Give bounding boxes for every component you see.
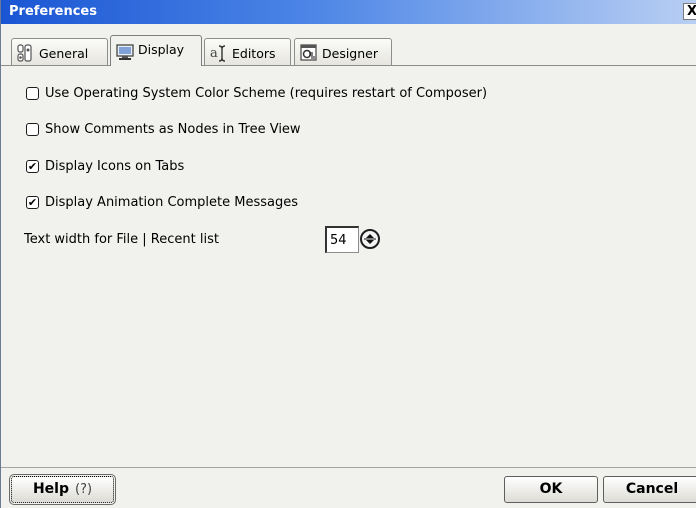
footer-divider [1, 467, 696, 468]
option-label: Use Operating System Color Scheme (requi… [45, 86, 488, 101]
checkbox-checked[interactable]: ✔ [26, 160, 39, 173]
option-label: Display Icons on Tabs [45, 159, 185, 174]
help-button[interactable]: Help (?) [9, 474, 116, 505]
help-button-label: Help [32, 481, 69, 497]
designer-window-icon [300, 44, 317, 61]
checkbox[interactable] [26, 87, 39, 100]
preferences-dialog: Preferences X General Display a Editors … [0, 0, 696, 508]
recent-list-width-label: Text width for File | Recent list [24, 232, 219, 247]
svg-text:a: a [210, 46, 218, 61]
tab-label-editors: Editors [232, 46, 276, 61]
title-bar[interactable]: Preferences X [1, 0, 696, 24]
tab-editors[interactable]: a Editors [204, 38, 291, 65]
up-down-arrow-icon [364, 234, 376, 244]
tab-label-designer: Designer [322, 46, 378, 61]
recent-list-width-input[interactable] [325, 226, 359, 253]
checkbox[interactable] [26, 123, 39, 136]
general-sliders-icon [17, 44, 32, 62]
tab-label-display: Display [138, 42, 185, 57]
checkbox-checked[interactable]: ✔ [26, 196, 39, 209]
spinner-buttons[interactable] [360, 229, 380, 249]
tab-general[interactable]: General [11, 38, 108, 65]
option-label: Show Comments as Nodes in Tree View [45, 122, 301, 137]
ok-button[interactable]: OK [504, 476, 598, 503]
tab-panel-border [1, 65, 696, 66]
text-cursor-icon: a [210, 45, 226, 62]
tab-label-general: General [39, 46, 89, 61]
help-icon: (?) [74, 482, 93, 497]
cancel-button[interactable]: Cancel [603, 476, 696, 503]
option-label: Display Animation Complete Messages [45, 195, 298, 210]
tab-designer[interactable]: Designer [294, 38, 392, 65]
window-title: Preferences [9, 4, 97, 19]
monitor-icon [116, 44, 134, 60]
recent-list-width-spinner [325, 225, 385, 255]
close-button[interactable]: X [683, 3, 696, 20]
tab-display[interactable]: Display [110, 35, 202, 66]
